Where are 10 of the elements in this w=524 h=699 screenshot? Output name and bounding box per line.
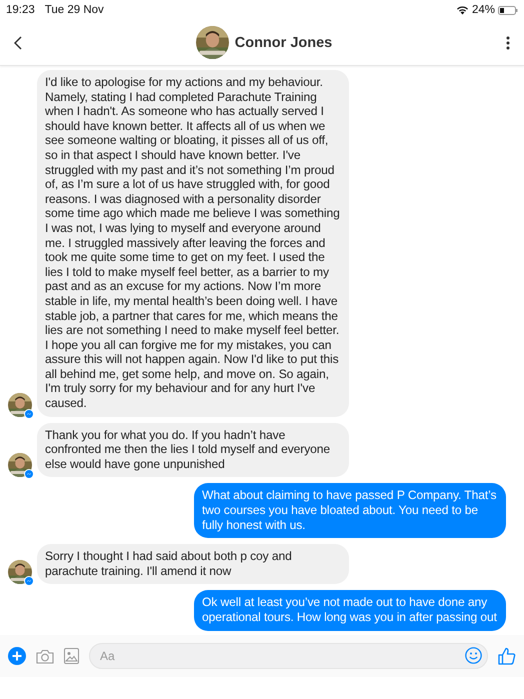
battery-percent: 24% — [472, 4, 495, 16]
message-input[interactable]: Aa — [89, 643, 488, 669]
contact-name: Connor Jones — [234, 34, 332, 50]
incoming-message: Thank you for what you do. If you hadn’t have confronted me then the lies I told myself and everyone else would have gone unpunished — [37, 422, 349, 478]
status-time: 19:23 — [6, 4, 35, 16]
status-date: Tue 29 Nov — [44, 4, 104, 16]
outgoing-message: Ok well at least you’ve not made out to have done any operational tours. How long was you in after passing out — [194, 590, 506, 631]
incoming-message: I'd like to apologise for my actions and my behaviour. Namely, stating I had completed Parachute Training when I hadn't. As someone who has actually served I should have known better. It affects all of us when we see someone walting or bloating, it pisses all of us off, so in that aspect I should have known better. I've struggled with my past and it’s not something I’m proud of, as I’m sure a lot of us have struggled with, for good reasons. I was diagnosed with a personality disorder some time ago which made me believe I was something I was not, I was lying to myself and everyone around me. I struggled massively after leaving the forces and took me quite some time to get on my feet. I used the lies I told to make myself feel better, as a barrier to my past and as an excuse for my actions. Now I’m more stable in life, my mental health’s been doing well. I have stable job, a partner that cares for me, which means the lies are not something I need to make myself feel better. I hope you all can forgive me for my mistakes, you can assure this will not happen again. Now I'd like to put this all behind me, get some help, and move on. So again, I'm truly sorry for my behaviour and for any hurt I've caused. — [37, 70, 349, 417]
incoming-message: Sorry I thought I had said about both p coy and parachute training. I'll amend it now — [37, 544, 349, 584]
outgoing-message: What about claiming to have passed P Company. That’s two courses you have bloated about. You need to be fully honest with us. — [194, 483, 506, 538]
